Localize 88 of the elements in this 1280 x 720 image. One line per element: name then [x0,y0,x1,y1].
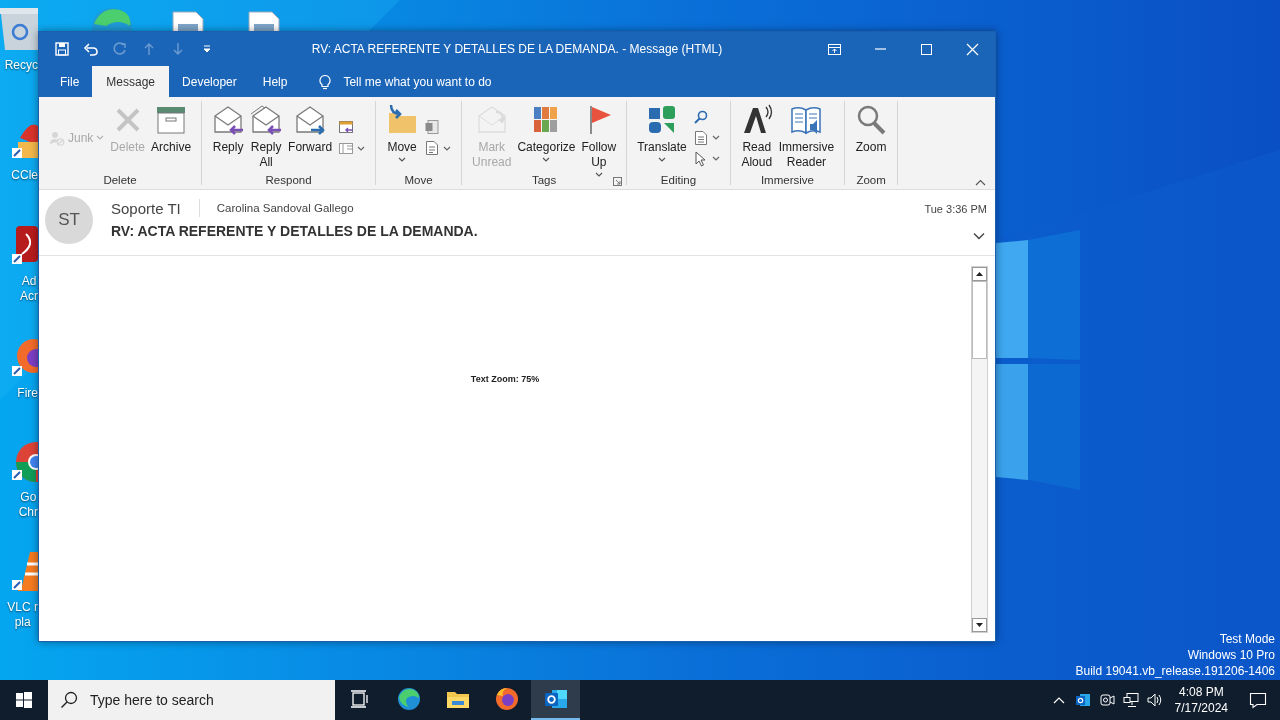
save-icon [54,41,70,57]
recipient-name: Carolina Sandoval Gallego [216,202,354,214]
scroll-up-button[interactable] [972,267,987,281]
ribbon-button[interactable]: Immersive Reader [776,101,837,170]
windows-icon [338,140,355,156]
search-icon [60,691,78,709]
ribbon-tab[interactable]: File [47,66,93,97]
ribbon-button[interactable]: Follow Up [579,101,619,177]
message-time: Tue 3:36 PM [924,203,987,215]
group-label: Respond [265,174,312,186]
window-title: RV: ACTA REFERENTE Y DETALLES DE LA DEMANDA. - Message (HTML) [311,42,723,56]
browser-icon [494,687,519,711]
ribbon-button[interactable]: Categorize [515,101,578,162]
folder-arrow-icon [386,104,419,136]
group-label: Delete [103,174,137,186]
network-icon [1122,692,1139,708]
lightbulb-icon [318,73,333,90]
scrollbar[interactable] [971,266,988,633]
body-text: Text Zoom: 75% [470,374,540,384]
notification-icon [1249,691,1267,709]
ribbon-button[interactable]: Archive [149,101,194,155]
down-triangle-icon [976,623,983,627]
archive-box-icon [155,104,188,136]
dialog-launcher-button[interactable] [613,177,623,186]
volume-icon [1146,692,1163,708]
search-field[interactable]: Type here to search [88,691,322,709]
notebook-icon [424,119,441,135]
group-label: Zoom [856,174,886,186]
book-speaker-icon [790,104,823,136]
group-label: Editing [660,174,697,186]
ribbon-tab[interactable]: Message [92,66,170,97]
collapse-ribbon-button[interactable] [973,177,987,187]
chevron-down-icon [973,232,985,240]
ribbon-button[interactable]: Translate [635,101,689,162]
ribbon-tab[interactable]: Developer [169,66,250,97]
ribbon-button[interactable]: Reply [210,101,247,155]
avatar: ST [45,196,93,244]
expand-header-button[interactable] [972,230,986,242]
windows-logo-icon [16,692,32,708]
group-label: Immersive [760,174,814,186]
taskbar-app-button[interactable] [531,680,580,720]
ribbon-button[interactable]: Reply All [248,101,285,170]
ribbon-button[interactable]: Read Aloud [738,101,775,170]
redo-icon [112,41,128,57]
clock[interactable]: 4:08 PM 7/17/2024 [1166,680,1236,720]
close-icon [964,41,980,57]
ribbon-button[interactable]: Move [384,101,421,162]
tell-me-search[interactable]: Tell me what you want to do [314,66,496,97]
chevron-up-icon [974,178,986,186]
calendar-icon [338,119,355,135]
up-triangle-icon [976,272,983,276]
ribbon-display-icon [826,41,842,57]
zoom-icon [855,104,888,136]
ribbon-button[interactable] [692,150,720,167]
group-label: Move [404,174,433,186]
ribbon-tab[interactable]: Help [249,66,301,97]
launcher-icon [613,177,623,186]
scroll-down-button[interactable] [972,618,987,632]
reply-all-icon [250,104,283,136]
document-icon [692,129,709,146]
task-view-icon [349,689,370,709]
system-notice-text: Test Mode [1219,631,1275,647]
search-box[interactable]: Type here to search [48,680,335,720]
document-list-icon [424,140,441,156]
ribbon-button[interactable]: Zoom [853,101,890,155]
envelope-icon [475,104,508,136]
minimize-icon [874,48,886,50]
reply-icon [212,104,245,136]
chevron-up-icon [1052,696,1065,704]
system-notice-text: Build 19041.vb_release.191206-1406 [1075,663,1275,679]
search-icon [692,108,709,125]
trash-bin-icon [0,8,38,50]
sender-name: Soporte TI [111,199,181,217]
person-block-icon [49,129,65,146]
browser-icon [396,687,421,711]
undo-icon [83,41,99,57]
forward-icon [294,104,327,136]
system-notice-text: Windows 10 Pro [1187,647,1275,663]
scroll-thumb[interactable] [972,281,987,359]
ribbon-button[interactable] [692,129,720,146]
ribbon-button[interactable]: Forward [286,101,335,155]
ribbon-button[interactable] [424,139,452,157]
camera-icon [1098,692,1115,708]
mail-app-icon [543,687,568,711]
message-subject: RV: ACTA REFERENTE Y DETALLES DE LA DEMANDA. [111,223,478,239]
group-label: Tags [531,174,557,186]
mail-app-icon [1074,692,1091,708]
maximize-icon [918,41,934,57]
